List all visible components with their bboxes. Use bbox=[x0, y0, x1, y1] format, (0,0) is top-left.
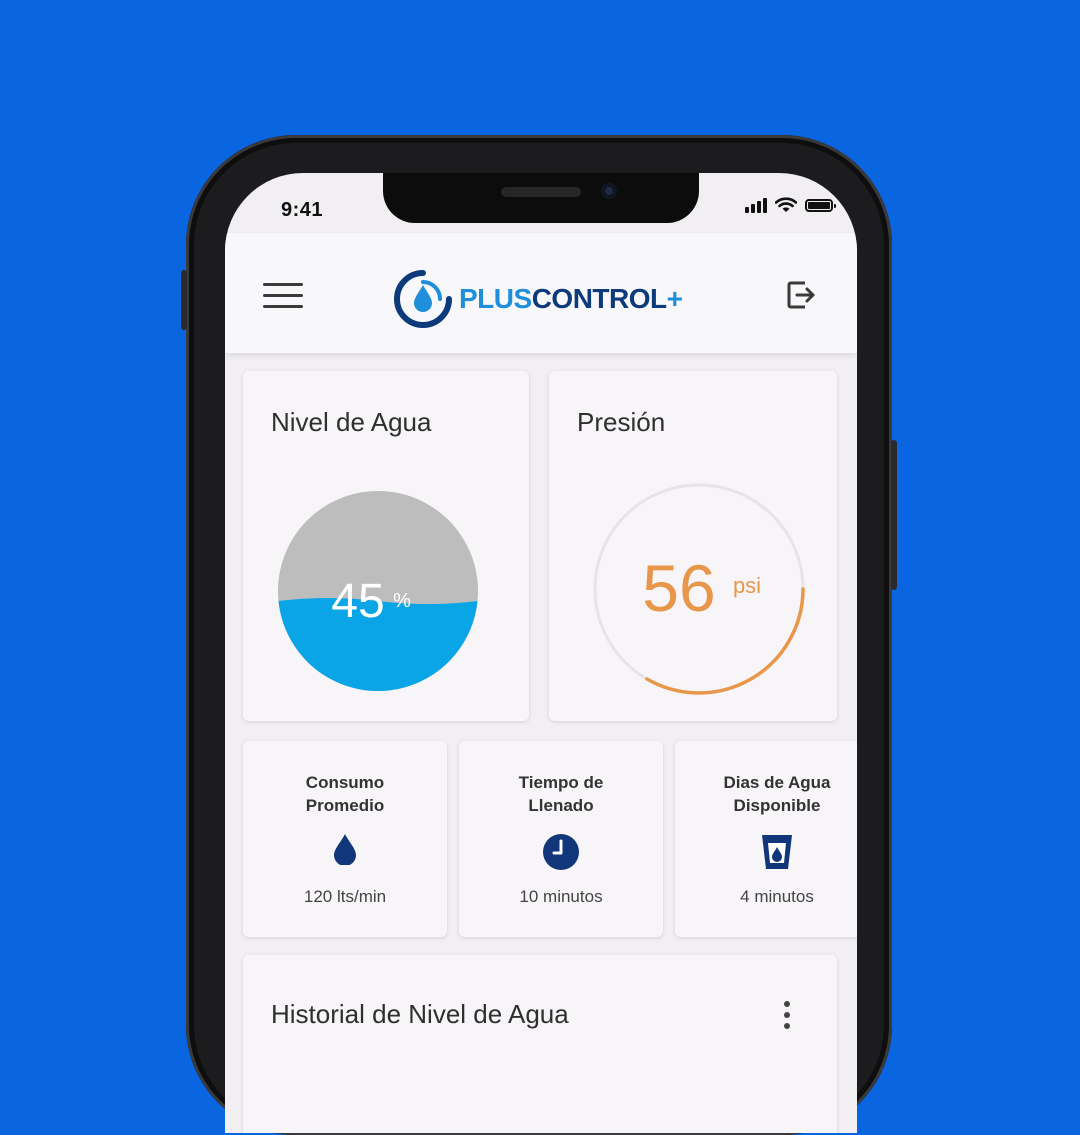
water-level-title: Nivel de Agua bbox=[271, 407, 432, 437]
logo-word-plus: PLUS bbox=[459, 283, 532, 314]
side-button bbox=[891, 440, 897, 590]
clock-icon bbox=[543, 834, 579, 870]
status-icons bbox=[745, 197, 836, 213]
notch bbox=[383, 173, 699, 223]
logo-wordmark: PLUSCONTROL+ bbox=[459, 283, 683, 315]
history-card[interactable]: Historial de Nivel de Agua bbox=[243, 955, 837, 1133]
stat-card-dias[interactable]: Dias de Agua Disponible 4 minutos bbox=[675, 741, 857, 937]
app-bar: PLUSCONTROL+ bbox=[225, 233, 857, 353]
stat-label: Dias de Agua Disponible bbox=[723, 773, 831, 815]
logo-plus-sign: + bbox=[666, 283, 683, 314]
water-level-unit: % bbox=[393, 590, 411, 612]
stat-card-consumo[interactable]: Consumo Promedio 120 lts/min bbox=[243, 741, 447, 937]
pressure-value: 56 bbox=[642, 551, 715, 625]
stat-value: 4 minutos bbox=[740, 887, 814, 906]
water-level-gauge: 45 % bbox=[278, 491, 478, 691]
water-level-value: 45 bbox=[331, 575, 384, 628]
water-glass-icon bbox=[762, 835, 792, 869]
battery-icon bbox=[805, 199, 836, 212]
pressure-gauge: 56 psi bbox=[593, 483, 805, 695]
stat-label: Tiempo de Llenado bbox=[518, 773, 604, 815]
phone-screen: 9:41 PLUSCONTROL+ Nivel de Agua 45 % Pre… bbox=[225, 173, 857, 1133]
logout-icon[interactable] bbox=[783, 277, 819, 313]
app-logo: PLUSCONTROL+ bbox=[393, 269, 683, 329]
history-title: Historial de Nivel de Agua bbox=[271, 999, 569, 1029]
pressure-card[interactable]: Presión 56 psi bbox=[549, 371, 837, 721]
stat-value: 10 minutos bbox=[519, 887, 603, 906]
status-time: 9:41 bbox=[281, 199, 324, 221]
water-level-card[interactable]: Nivel de Agua 45 % bbox=[243, 371, 529, 721]
stat-label: Consumo Promedio bbox=[305, 773, 385, 815]
speaker bbox=[501, 187, 581, 197]
pressure-title: Presión bbox=[577, 407, 666, 437]
front-camera bbox=[601, 183, 617, 199]
logo-drop-icon bbox=[394, 270, 452, 328]
volume-button bbox=[181, 270, 187, 330]
menu-icon[interactable] bbox=[263, 281, 303, 311]
logo-word-control: CONTROL bbox=[531, 283, 667, 314]
signal-icon bbox=[745, 197, 767, 213]
water-drop-icon bbox=[334, 834, 356, 865]
stat-value: 120 lts/min bbox=[303, 887, 387, 906]
more-options-icon[interactable] bbox=[783, 1001, 791, 1031]
stat-card-tiempo[interactable]: Tiempo de Llenado 10 minutos bbox=[459, 741, 663, 937]
wifi-icon bbox=[775, 197, 797, 212]
pressure-unit: psi bbox=[733, 573, 761, 598]
